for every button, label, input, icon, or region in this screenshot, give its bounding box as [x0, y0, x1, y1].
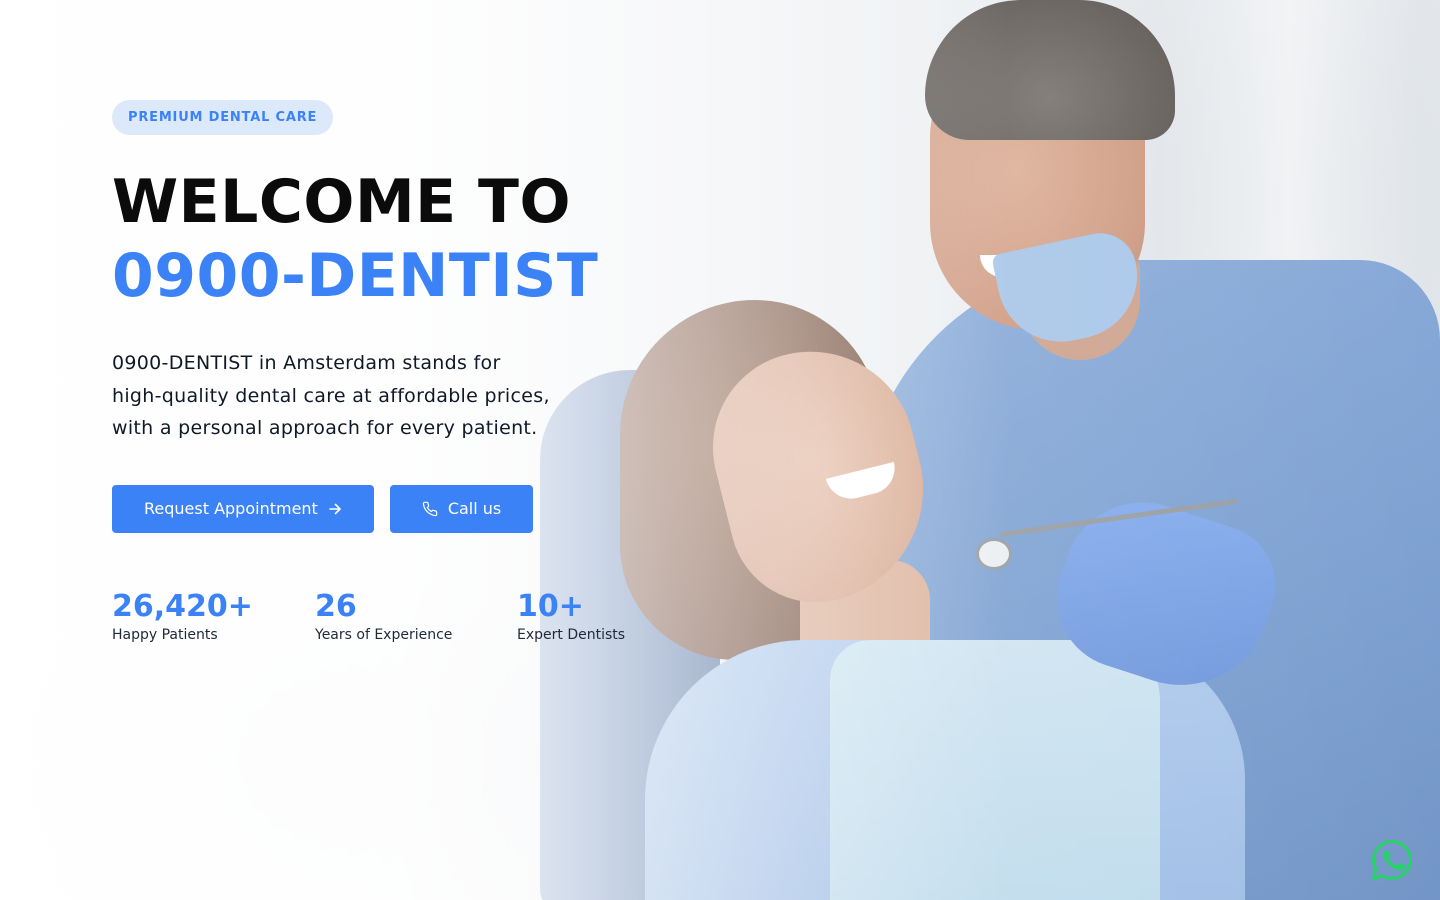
- stats-row: 26,420+ Happy Patients 26 Years of Exper…: [112, 589, 752, 645]
- stat-label: Expert Dentists: [517, 626, 626, 643]
- stat-expert-dentists: 10+ Expert Dentists: [517, 589, 717, 645]
- stat-label: Happy Patients: [112, 626, 218, 643]
- hero-content: PREMIUM DENTAL CARE WELCOME TO 0900-DENT…: [112, 100, 752, 645]
- hero-section: PREMIUM DENTAL CARE WELCOME TO 0900-DENT…: [0, 0, 1440, 900]
- stat-label: Years of Experience: [315, 626, 453, 643]
- request-appointment-label: Request Appointment: [144, 499, 318, 518]
- call-us-label: Call us: [447, 499, 502, 518]
- hero-title-line1: WELCOME TO: [112, 167, 571, 237]
- stat-value: 26: [315, 588, 357, 624]
- call-us-button[interactable]: Call us: [389, 484, 534, 533]
- hero-actions: Request Appointment Call us: [112, 484, 752, 533]
- whatsapp-icon[interactable]: [1370, 838, 1414, 882]
- stat-years-experience: 26 Years of Experience: [315, 589, 517, 645]
- hero-description: 0900-DENTIST in Amsterdam stands for hig…: [112, 352, 550, 439]
- phone-icon: [422, 501, 438, 517]
- arrow-right-icon: [328, 502, 342, 516]
- stat-happy-patients: 26,420+ Happy Patients: [112, 589, 315, 645]
- stat-value: 10+: [517, 588, 584, 624]
- hero-title-brand: 0900-DENTIST: [112, 241, 599, 311]
- premium-badge: PREMIUM DENTAL CARE: [112, 100, 334, 135]
- request-appointment-button[interactable]: Request Appointment: [112, 484, 374, 533]
- stat-value: 26,420+: [112, 588, 253, 624]
